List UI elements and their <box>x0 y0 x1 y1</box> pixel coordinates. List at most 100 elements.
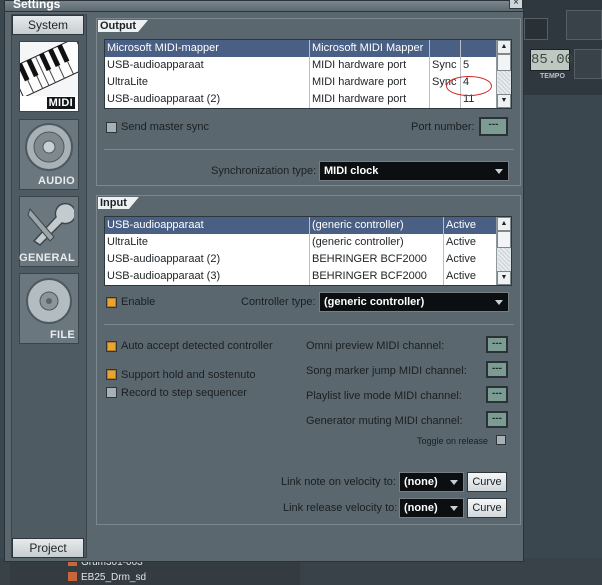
input-row[interactable]: USB-audioapparaat (2) BEHRINGER BCF2000 … <box>105 251 511 268</box>
device-sync: Sync <box>429 57 460 74</box>
send-master-sync-checkbox[interactable] <box>106 122 117 133</box>
record-step-label: Record to step sequencer <box>121 387 247 399</box>
controller-type-value: (generic controller) <box>324 296 425 308</box>
controller-type-label: Controller type: <box>241 296 316 308</box>
scroll-down-arrow-icon[interactable]: ▼ <box>497 94 511 108</box>
port-number-field[interactable]: --- <box>479 117 508 136</box>
tempo-label: TEMPO <box>540 73 565 80</box>
input-title: Input <box>98 197 139 209</box>
close-button[interactable]: × <box>509 0 523 9</box>
scroll-up-arrow-icon[interactable]: ▲ <box>497 40 511 54</box>
device-status: Active <box>443 217 497 234</box>
port-number-label: Port number: <box>411 121 475 133</box>
toggle-release-checkbox[interactable] <box>496 435 506 445</box>
record-step-checkbox[interactable] <box>106 387 117 398</box>
device-type: Microsoft MIDI Mapper <box>309 40 429 57</box>
omni-preview-channel[interactable]: --- <box>486 336 508 353</box>
window-title: Settings <box>13 0 61 11</box>
device-status: Active <box>443 268 497 285</box>
device-type: BEHRINGER BCF2000 <box>309 268 443 285</box>
output-row[interactable]: USB-audioapparaat (2) MIDI hardware port… <box>105 91 511 108</box>
scroll-track[interactable] <box>498 248 510 272</box>
omni-preview-label: Omni preview MIDI channel: <box>306 340 445 352</box>
device-name: USB-audioapparaat (3) <box>107 270 221 282</box>
piano-keys-icon <box>20 42 78 96</box>
input-row[interactable]: UltraLite (generic controller) Active <box>105 234 511 251</box>
device-type: MIDI hardware port <box>309 57 429 74</box>
device-status: Active <box>443 234 497 251</box>
output-scrollbar[interactable]: ▲ ▼ <box>496 40 511 108</box>
tempo-display[interactable]: 85.000 <box>530 49 581 71</box>
output-group: Output Microsoft MIDI-mapper Microsoft M… <box>96 18 521 186</box>
device-port <box>460 40 497 57</box>
device-name: Microsoft MIDI-mapper <box>107 42 219 54</box>
category-general[interactable]: GENERAL <box>19 196 79 267</box>
sync-type-label: Synchronization type: <box>211 165 317 177</box>
divider <box>104 324 514 325</box>
system-button[interactable]: System <box>12 15 84 35</box>
link-release-curve-button[interactable]: Curve <box>467 498 507 518</box>
input-row[interactable]: USB-audioapparaat (generic controller) A… <box>105 217 511 234</box>
scroll-down-arrow-icon[interactable]: ▼ <box>497 271 511 285</box>
device-type: BEHRINGER BCF2000 <box>309 251 443 268</box>
scroll-thumb[interactable] <box>497 231 511 248</box>
project-button[interactable]: Project <box>12 538 84 558</box>
chevron-down-icon <box>495 300 503 305</box>
support-hold-label: Support hold and sostenuto <box>121 369 256 381</box>
category-label: AUDIO <box>38 175 75 187</box>
link-note-value: (none) <box>404 476 438 488</box>
input-group: Input USB-audioapparaat (generic control… <box>96 195 521 525</box>
device-port: 5 <box>460 57 497 74</box>
scroll-thumb[interactable] <box>497 54 511 71</box>
link-note-curve-button[interactable]: Curve <box>467 472 507 492</box>
browser-item-label: EB25_Drm_sd <box>81 572 147 583</box>
sync-type-dropdown[interactable]: MIDI clock <box>319 161 509 181</box>
browser-item[interactable]: EB25_Drm_sd <box>68 572 146 584</box>
file-icon <box>68 572 77 581</box>
output-row[interactable]: USB-audioapparaat MIDI hardware port Syn… <box>105 57 511 74</box>
wrench-icon <box>24 199 74 249</box>
link-note-label: Link note on velocity to: <box>281 476 396 488</box>
link-release-dropdown[interactable]: (none) <box>399 498 464 518</box>
category-file[interactable]: FILE <box>19 273 79 344</box>
input-device-list[interactable]: USB-audioapparaat (generic controller) A… <box>104 216 512 286</box>
device-name: UltraLite <box>107 236 148 248</box>
link-release-label: Link release velocity to: <box>283 502 398 514</box>
sidebar: System MIDI AUDIO GENERAL FILE Project <box>11 14 87 558</box>
scroll-up-arrow-icon[interactable]: ▲ <box>497 217 511 231</box>
playlist-live-label: Playlist live mode MIDI channel: <box>306 390 462 402</box>
output-row[interactable]: Microsoft MIDI-mapper Microsoft MIDI Map… <box>105 40 511 57</box>
song-marker-channel[interactable]: --- <box>486 361 508 378</box>
sync-type-value: MIDI clock <box>324 165 379 177</box>
playlist-live-channel[interactable]: --- <box>486 386 508 403</box>
output-title: Output <box>98 20 148 32</box>
device-status: Active <box>443 251 497 268</box>
browser-list <box>10 558 300 585</box>
background-panel <box>524 18 548 40</box>
input-row[interactable]: USB-audioapparaat (3) BEHRINGER BCF2000 … <box>105 268 511 285</box>
speaker-icon <box>25 123 73 171</box>
chevron-down-icon <box>450 506 458 511</box>
auto-accept-checkbox[interactable] <box>106 341 117 352</box>
device-type: (generic controller) <box>309 234 443 251</box>
device-name: USB-audioapparaat (2) <box>107 93 221 105</box>
send-master-sync-label: Send master sync <box>121 121 210 133</box>
link-note-dropdown[interactable]: (none) <box>399 472 464 492</box>
device-type: (generic controller) <box>309 217 443 234</box>
title-bar[interactable]: Settings × <box>5 0 523 12</box>
device-name: UltraLite <box>107 76 148 88</box>
support-hold-checkbox[interactable] <box>106 369 117 380</box>
category-midi[interactable]: MIDI <box>19 41 79 112</box>
scroll-track[interactable] <box>498 71 510 95</box>
background-panel <box>566 10 602 40</box>
enable-checkbox[interactable] <box>106 297 117 308</box>
disc-icon <box>26 278 72 324</box>
controller-type-dropdown[interactable]: (generic controller) <box>319 292 509 312</box>
category-label: FILE <box>49 329 75 341</box>
device-type: MIDI hardware port <box>309 74 429 91</box>
category-audio[interactable]: AUDIO <box>19 119 79 190</box>
output-device-list[interactable]: Microsoft MIDI-mapper Microsoft MIDI Map… <box>104 39 512 109</box>
input-scrollbar[interactable]: ▲ ▼ <box>496 217 511 285</box>
annotation-circle <box>446 76 492 96</box>
generator-muting-channel[interactable]: --- <box>486 411 508 428</box>
